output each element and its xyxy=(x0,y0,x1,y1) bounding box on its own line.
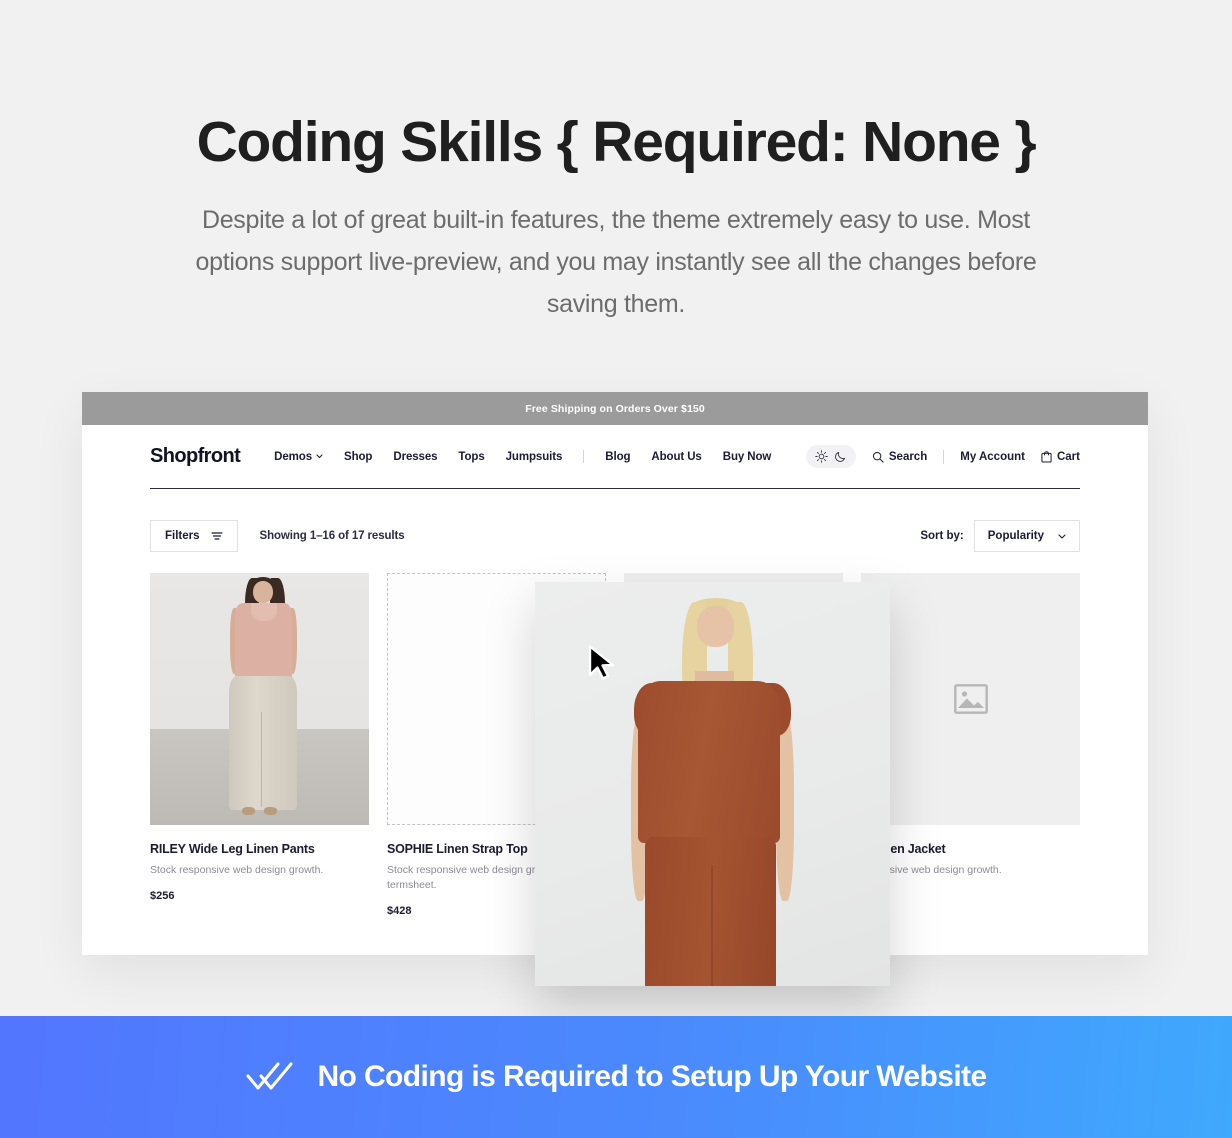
product-card[interactable]: RILEY Wide Leg Linen Pants Stock respons… xyxy=(150,573,369,917)
sort-value: Popularity xyxy=(987,530,1044,542)
nav-item-demos[interactable]: Demos xyxy=(274,451,323,463)
product-title: RILEY Wide Leg Linen Pants xyxy=(150,842,315,856)
sun-icon[interactable] xyxy=(815,450,828,463)
sort-by-label: Sort by: xyxy=(920,530,964,542)
results-count: Showing 1–16 of 17 results xyxy=(259,530,405,542)
image-placeholder-icon xyxy=(953,684,988,714)
sort-select[interactable]: Popularity xyxy=(973,520,1080,552)
page-title: Coding Skills { Required: None } xyxy=(196,110,1037,174)
nav-item-blog[interactable]: Blog xyxy=(605,451,630,463)
dragged-image-panel[interactable] xyxy=(535,582,890,986)
filter-icon xyxy=(210,531,223,541)
action-divider xyxy=(943,449,945,464)
search-icon xyxy=(872,451,884,463)
theme-toggle[interactable] xyxy=(805,445,856,468)
nav-item-label: Demos xyxy=(274,450,312,463)
product-image[interactable] xyxy=(150,573,369,825)
search-label: Search xyxy=(888,450,928,463)
cart-button[interactable]: Cart xyxy=(1041,451,1080,463)
nav-item-shop[interactable]: Shop xyxy=(344,451,372,463)
catalog-toolbar: Filters Showing 1–16 of 17 results Sort … xyxy=(150,520,1080,552)
filters-label: Filters xyxy=(165,530,200,542)
nav-divider xyxy=(583,450,585,463)
hero-subtitle: Despite a lot of great built-in features… xyxy=(195,205,1037,318)
product-card[interactable]: Y Linen Jacket esponsive web design grow… xyxy=(861,573,1080,917)
double-check-icon xyxy=(245,1060,295,1094)
hero-section: Coding Skills { Required: None } Despite… xyxy=(0,0,1232,325)
product-description: esponsive web design growth. xyxy=(861,864,1002,876)
nav-item-tops[interactable]: Tops xyxy=(458,451,484,463)
nav-item-buy-now[interactable]: Buy Now xyxy=(723,451,772,463)
nav-links: Demos Shop Dresses Tops Jumpsuits Blog A… xyxy=(274,450,771,463)
nav-actions: Search My Account Cart xyxy=(805,445,1080,468)
chevron-down-icon xyxy=(1058,533,1066,539)
bottom-banner: No Coding is Required to Setup Up Your W… xyxy=(0,1016,1232,1138)
nav-item-about-us[interactable]: About Us xyxy=(651,451,701,463)
my-account-button[interactable]: My Account xyxy=(960,451,1025,463)
nav-item-jumpsuits[interactable]: Jumpsuits xyxy=(506,451,563,463)
brand-logo[interactable]: Shopfront xyxy=(150,445,241,468)
product-photo-riley xyxy=(150,573,369,825)
dragged-product-photo xyxy=(535,582,890,986)
banner-text: No Coding is Required to Setup Up Your W… xyxy=(317,1060,987,1093)
navbar-underline xyxy=(150,488,1080,489)
search-button[interactable]: Search xyxy=(872,451,927,463)
moon-icon[interactable] xyxy=(834,450,847,463)
cart-label: Cart xyxy=(1056,450,1080,463)
product-image[interactable] xyxy=(861,573,1080,825)
site-navbar: Shopfront Demos Shop Dresses Tops Jumpsu… xyxy=(82,425,1148,488)
product-price: $256 xyxy=(150,890,175,902)
filters-button[interactable]: Filters xyxy=(150,520,238,552)
page-root: Coding Skills { Required: None } Despite… xyxy=(0,0,1232,1138)
nav-item-dresses[interactable]: Dresses xyxy=(393,451,437,463)
product-description: Stock responsive web design growth. xyxy=(150,864,324,876)
sort-control: Sort by: Popularity xyxy=(920,520,1080,552)
chevron-down-icon xyxy=(316,454,323,459)
announcement-bar: Free Shipping on Orders Over $150 xyxy=(82,392,1148,425)
product-title: Y Linen Jacket xyxy=(861,842,946,856)
shopping-bag-icon xyxy=(1041,450,1052,463)
